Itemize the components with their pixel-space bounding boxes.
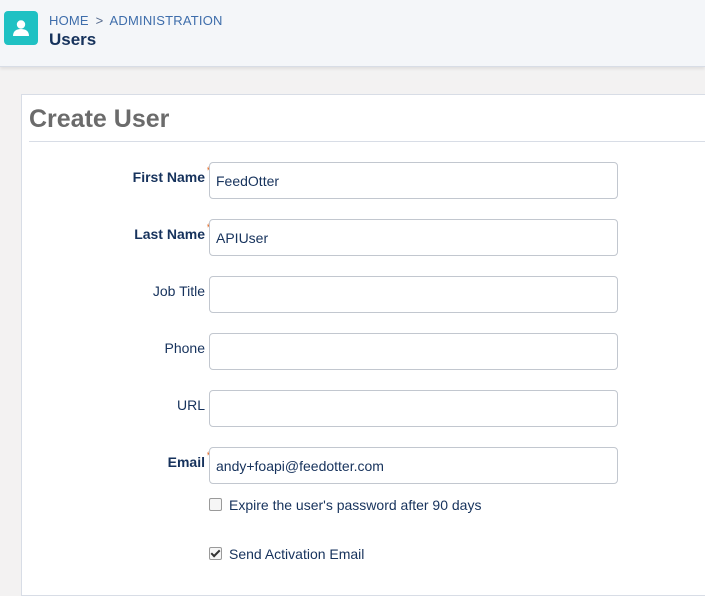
email-label: Email * (168, 450, 211, 470)
phone-input[interactable] (209, 333, 618, 370)
last-name-input[interactable] (209, 219, 618, 256)
send-activation-label: Send Activation Email (229, 546, 365, 562)
page-header: HOME > ADMINISTRATION Users (0, 0, 705, 67)
email-input[interactable] (209, 447, 618, 484)
job-title-input[interactable] (209, 276, 618, 313)
url-input[interactable] (209, 390, 618, 427)
send-activation-option[interactable]: Send Activation Email (209, 546, 364, 562)
url-label: URL (176, 397, 205, 413)
last-name-label: Last Name * (134, 222, 211, 242)
form-divider (29, 141, 705, 142)
phone-label: Phone (164, 340, 205, 356)
form-title: Create User (29, 105, 170, 133)
user-icon (4, 11, 38, 45)
expire-password-option[interactable]: Expire the user's password after 90 days (209, 497, 481, 513)
send-activation-checkbox[interactable] (209, 547, 222, 560)
first-name-label: First Name * (133, 165, 211, 185)
expire-password-checkbox[interactable] (209, 498, 222, 511)
breadcrumb-home-link[interactable]: HOME (49, 13, 89, 28)
first-name-input[interactable] (209, 162, 618, 199)
breadcrumb-administration-link[interactable]: ADMINISTRATION (110, 13, 223, 28)
breadcrumb-separator: > (95, 13, 104, 28)
job-title-label: Job Title (152, 283, 205, 299)
create-user-form: Create User First Name * Last Name * Job… (21, 94, 705, 596)
breadcrumb: HOME > ADMINISTRATION (49, 13, 223, 28)
expire-password-label: Expire the user's password after 90 days (229, 497, 482, 513)
page-title: Users (49, 30, 97, 49)
